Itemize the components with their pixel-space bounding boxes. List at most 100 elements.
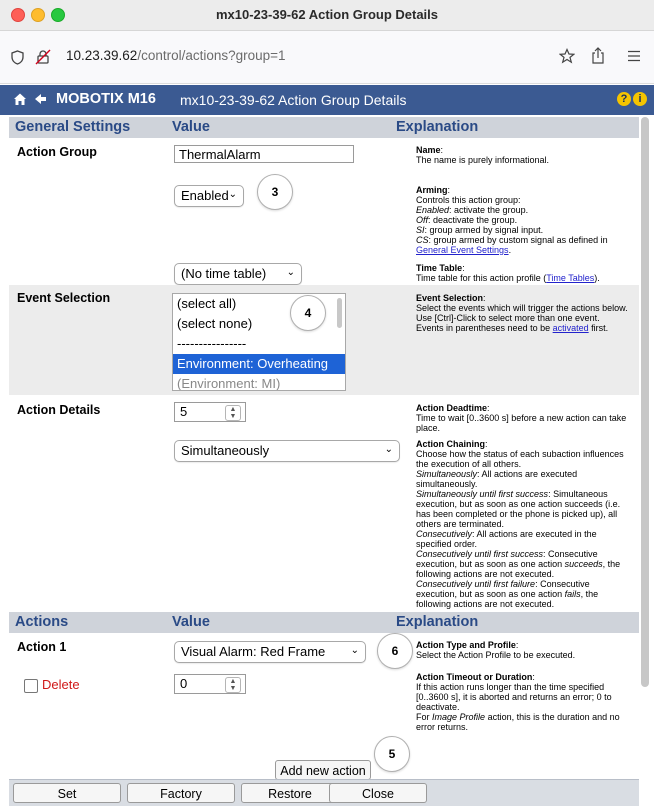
events-expl-text2: Use [Ctrl]-Click to select more than one… — [416, 313, 600, 323]
general-event-settings-link[interactable]: General Event Settings — [416, 245, 509, 255]
timeout-expl-em: Image Profile — [432, 712, 486, 722]
action-timeout-input[interactable]: 0 ▲ ▼ — [174, 674, 246, 694]
action-type-expl-title: Action Type and Profile — [416, 640, 516, 650]
footer-bar: Set Factory Restore Close — [9, 779, 639, 806]
app-header: MOBOTIX M16 mx10-23-39-62 Action Group D… — [0, 85, 654, 115]
bookmark-star-icon[interactable] — [559, 48, 575, 64]
back-arrow-icon[interactable] — [33, 92, 47, 106]
action-type-explanation: Action Type and Profile: Select the Acti… — [416, 640, 576, 660]
listbox-scrollbar[interactable] — [337, 298, 342, 328]
callout-4: 4 — [290, 295, 326, 331]
home-icon[interactable] — [13, 92, 27, 106]
event-option[interactable]: (Environment: MI) — [173, 374, 345, 390]
explanation-heading: Explanation — [396, 614, 479, 630]
arming-explanation: Arming: Controls this action group: Enab… — [416, 185, 608, 255]
url-field[interactable]: 10.23.39.62/control/actions?group=1 — [66, 48, 286, 63]
value-heading: Value — [172, 614, 210, 630]
chaining-explanation: Action Chaining: Choose how the status o… — [416, 439, 624, 609]
action-profile-value: Visual Alarm: Red Frame — [181, 644, 326, 659]
delete-label[interactable]: Delete — [42, 677, 80, 692]
chevron-down-icon: ⌄ — [384, 444, 393, 455]
brand-name: MOBOTIX M16 — [56, 91, 156, 107]
insecure-lock-icon[interactable] — [35, 49, 51, 65]
menu-icon[interactable] — [627, 50, 641, 62]
timeout-expl-title: Action Timeout or Duration — [416, 672, 533, 682]
chain-consfirst-term: Consecutively until first success — [416, 549, 544, 559]
name-expl-text: The name is purely informational. — [416, 155, 550, 165]
chaining-expl-text: Choose how the status of each subaction … — [416, 449, 624, 469]
general-settings-header: General Settings Value Explanation — [9, 117, 639, 138]
action-chaining-select[interactable]: Simultaneously ⌄ — [174, 440, 400, 462]
action-profile-select[interactable]: Visual Alarm: Red Frame ⌄ — [174, 641, 366, 663]
general-settings-heading: General Settings — [15, 119, 131, 135]
set-button[interactable]: Set — [13, 783, 121, 803]
chevron-down-icon: ⌄ — [350, 645, 359, 656]
action-1-label: Action 1 — [17, 640, 67, 654]
timeout-expl-pre: For — [416, 712, 430, 722]
deadtime-explanation: Action Deadtime: Time to wait [0..3600 s… — [416, 403, 627, 433]
chain-consfail-term: Consecutively until first failure — [416, 579, 536, 589]
time-table-expl-title: Time Table — [416, 263, 463, 273]
action-deadtime-input[interactable]: 5 ▲ ▼ — [174, 402, 246, 422]
event-option[interactable]: ---------------- — [173, 334, 345, 354]
actions-heading: Actions — [15, 614, 69, 630]
action-chaining-value: Simultaneously — [181, 443, 270, 458]
explanation-heading: Explanation — [396, 119, 479, 135]
share-icon[interactable] — [591, 47, 605, 64]
event-selection-row: Event Selection (select all) (select non… — [9, 285, 639, 395]
chain-consfirst-em: succeeds — [564, 559, 603, 569]
action-details-row: Action Details 5 ▲ ▼ Simultaneously ⌄ Act… — [9, 397, 639, 611]
callout-3: 3 — [257, 174, 293, 210]
time-table-expl-end: ). — [594, 273, 600, 283]
arming-expl-title: Arming — [416, 185, 448, 195]
action-timeout-value: 0 — [180, 676, 188, 691]
help-icon[interactable]: ? — [617, 92, 631, 106]
time-table-select[interactable]: (No time table) ⌄ — [174, 263, 302, 285]
action-group-name-input[interactable] — [174, 145, 354, 163]
window-titlebar: mx10-23-39-62 Action Group Details — [0, 0, 654, 31]
factory-button[interactable]: Factory — [127, 783, 235, 803]
events-expl-text3: Events in parentheses need to be — [416, 323, 551, 333]
info-icon[interactable]: i — [633, 92, 647, 106]
action-details-label: Action Details — [17, 403, 101, 417]
chain-consfail-em: fails — [564, 589, 581, 599]
page-title: mx10-23-39-62 Action Group Details — [180, 92, 407, 108]
arming-si-text: : group armed by signal input. — [424, 225, 544, 235]
event-selection-explanation: Event Selection: Select the events which… — [416, 293, 628, 333]
activated-link[interactable]: activated — [553, 323, 589, 333]
time-table-explanation: Time Table: Time table for this action p… — [416, 263, 600, 283]
actions-header: Actions Value Explanation — [9, 612, 639, 633]
chevron-down-icon: ⌄ — [286, 267, 295, 278]
arming-expl-intro: Controls this action group: — [416, 195, 521, 205]
page-scrollbar[interactable] — [641, 117, 649, 687]
arming-si-term: SI — [416, 225, 425, 235]
arming-select-value: Enabled — [181, 188, 229, 203]
action-type-expl-text: Select the Action Profile to be executed… — [416, 650, 576, 660]
arming-enabled-term: Enabled — [416, 205, 450, 215]
arming-off-text: : deactivate the group. — [428, 215, 518, 225]
timeout-expl-text: If this action runs longer than the time… — [416, 682, 612, 712]
chain-sim-term: Simultaneously — [416, 469, 478, 479]
event-option-selected[interactable]: Environment: Overheating — [173, 354, 345, 374]
callout-5: 5 — [374, 736, 410, 772]
stepper-icon[interactable]: ▲ ▼ — [225, 677, 241, 693]
deadtime-expl-text: Time to wait [0..3600 s] before a new ac… — [416, 413, 627, 433]
time-tables-link[interactable]: Time Tables — [546, 273, 594, 283]
events-expl-title: Event Selection — [416, 293, 484, 303]
add-new-action-button[interactable]: Add new action — [275, 760, 371, 780]
name-explanation: Name: The name is purely informational. — [416, 145, 550, 165]
arming-cs-term: CS — [416, 235, 429, 245]
restore-button[interactable]: Restore — [241, 783, 339, 803]
action-deadtime-value: 5 — [180, 404, 188, 419]
arming-select[interactable]: Enabled ⌄ — [174, 185, 244, 207]
events-expl-end: first. — [591, 323, 609, 333]
delete-checkbox[interactable] — [24, 679, 38, 693]
window-title: mx10-23-39-62 Action Group Details — [215, 7, 439, 22]
shield-icon[interactable] — [11, 50, 24, 65]
chain-simfirst-term: Simultaneously until first success — [416, 489, 549, 499]
arming-cs-text: : group armed by custom signal as define… — [428, 235, 608, 245]
stepper-icon[interactable]: ▲ ▼ — [225, 405, 241, 421]
close-button[interactable]: Close — [329, 783, 427, 803]
url-host: 10.23.39.62 — [66, 48, 138, 63]
arming-enabled-text: : activate the group. — [449, 205, 529, 215]
